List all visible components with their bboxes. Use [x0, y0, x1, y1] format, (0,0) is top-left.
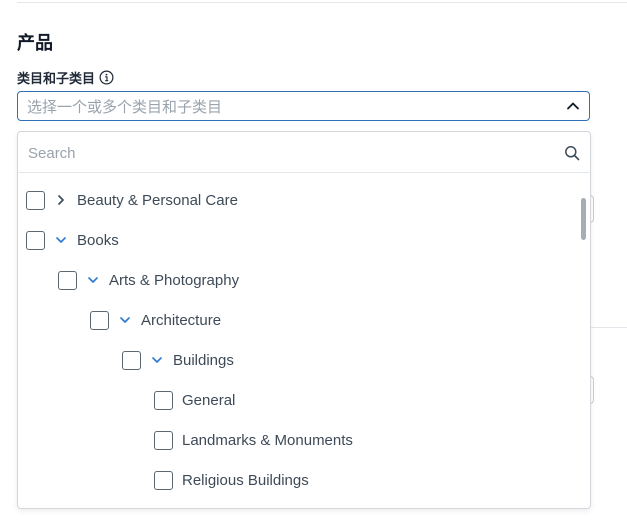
tree-item[interactable]: Arts & Photography — [58, 268, 239, 292]
chevron-down-icon[interactable] — [118, 313, 132, 327]
tree-item-checkbox[interactable] — [26, 230, 45, 250]
search-icon[interactable] — [564, 145, 580, 161]
tree-item[interactable]: General — [154, 388, 235, 412]
tree-item-checkbox[interactable] — [154, 390, 173, 410]
chevron-down-icon[interactable] — [54, 233, 68, 247]
tree-item[interactable]: Beauty & Personal Care — [26, 188, 238, 212]
chevron-up-icon[interactable] — [566, 100, 580, 112]
tree-item[interactable]: Books — [26, 228, 119, 252]
field-label-text: 类目和子类目 — [17, 71, 96, 86]
category-dropdown: Beauty & Personal Care Books Arts & Photog… — [17, 131, 591, 509]
field-label: 类目和子类目 — [17, 68, 114, 87]
tree-item[interactable]: Buildings — [122, 348, 234, 372]
tree-item[interactable]: Landmarks & Monuments — [154, 428, 353, 452]
tree-item-label: Buildings — [173, 351, 234, 369]
info-icon[interactable] — [99, 70, 114, 85]
chevron-down-icon[interactable] — [86, 273, 100, 287]
tree-item-label: Books — [77, 231, 119, 249]
tree-item-checkbox[interactable] — [90, 310, 109, 330]
chevron-down-icon[interactable] — [150, 353, 164, 367]
scrollbar-thumb[interactable] — [581, 198, 586, 240]
tree-item-checkbox[interactable] — [154, 470, 173, 490]
tree-item-checkbox[interactable] — [26, 190, 45, 210]
search-input[interactable] — [26, 140, 550, 166]
category-select[interactable]: 选择一个或多个类目和子类目 — [17, 91, 590, 121]
tree-item[interactable]: Religious Buildings — [154, 468, 309, 492]
tree-item-label: Arts & Photography — [109, 271, 240, 289]
tree-item-label: Beauty & Personal Care — [77, 191, 238, 209]
top-divider — [17, 2, 627, 3]
tree-item-label: Landmarks & Monuments — [182, 431, 353, 449]
dropdown-search — [18, 132, 590, 173]
tree-item[interactable]: Architecture — [90, 308, 221, 332]
tree-item-label: Architecture — [141, 311, 222, 329]
category-select-placeholder: 选择一个或多个类目和子类目 — [27, 98, 223, 116]
background-divider — [590, 327, 627, 328]
chevron-right-icon[interactable] — [54, 193, 68, 207]
tree-item-checkbox[interactable] — [154, 430, 173, 450]
tree-item-checkbox[interactable] — [58, 270, 77, 290]
tree-item-label: Religious Buildings — [182, 471, 309, 489]
tree-item-checkbox[interactable] — [122, 350, 141, 370]
tree-item-label: General — [182, 391, 236, 409]
section-title: 产品 — [17, 33, 53, 53]
